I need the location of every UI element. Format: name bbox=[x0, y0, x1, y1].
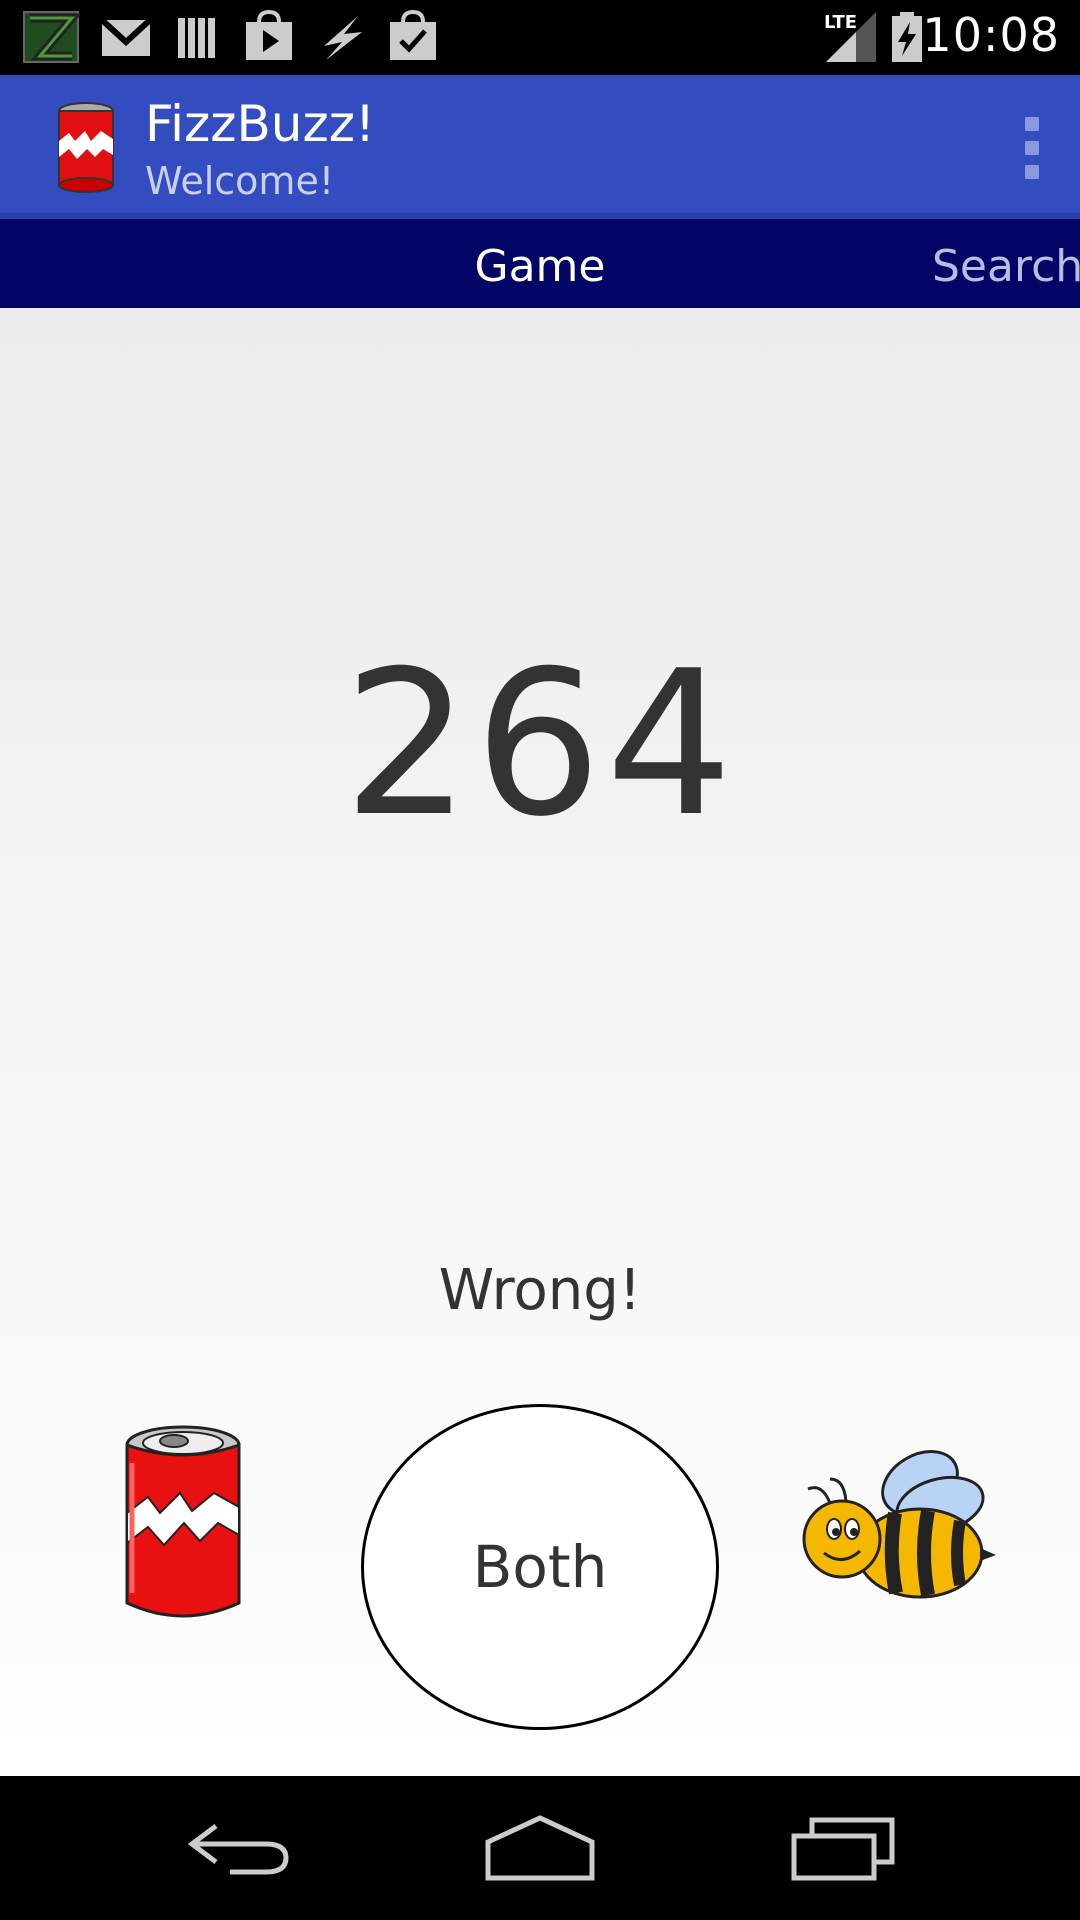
both-button-label: Both bbox=[472, 1533, 608, 1601]
battery-charging-icon bbox=[892, 12, 922, 62]
action-bar: FizzBuzz! Welcome! bbox=[0, 75, 1080, 213]
flash-icon bbox=[324, 16, 362, 60]
soda-can-icon bbox=[58, 102, 114, 193]
bee-icon bbox=[802, 1450, 996, 1599]
tab-game[interactable]: Game bbox=[0, 241, 1080, 292]
recents-icon[interactable] bbox=[790, 1814, 896, 1882]
tab-strip: Game Search bbox=[0, 213, 1080, 308]
tab-search[interactable]: Search bbox=[932, 241, 1080, 292]
status-bar: LTE 10:08 bbox=[0, 0, 1080, 75]
current-number: 264 bbox=[343, 628, 737, 861]
play-store-icon bbox=[246, 10, 292, 60]
buzz-button[interactable] bbox=[800, 1443, 1000, 1613]
back-icon[interactable] bbox=[186, 1814, 292, 1882]
soda-can-icon bbox=[125, 1425, 241, 1618]
overflow-menu-icon[interactable] bbox=[1020, 117, 1044, 179]
game-area: 264 Wrong! Both bbox=[0, 308, 1080, 1776]
navigation-bar bbox=[0, 1776, 1080, 1920]
home-icon[interactable] bbox=[484, 1814, 596, 1882]
clock: 10:08 bbox=[922, 8, 1060, 62]
shopping-check-icon bbox=[390, 10, 436, 60]
app-title: FizzBuzz! bbox=[145, 95, 376, 153]
network-type-label: LTE bbox=[824, 12, 858, 33]
fizz-button[interactable] bbox=[118, 1423, 248, 1625]
app-subtitle: Welcome! bbox=[145, 159, 335, 203]
gmail-icon bbox=[100, 17, 152, 56]
result-message: Wrong! bbox=[438, 1258, 642, 1323]
app-z-icon bbox=[23, 11, 80, 63]
library-icon bbox=[178, 18, 215, 58]
both-button[interactable]: Both bbox=[361, 1404, 719, 1730]
